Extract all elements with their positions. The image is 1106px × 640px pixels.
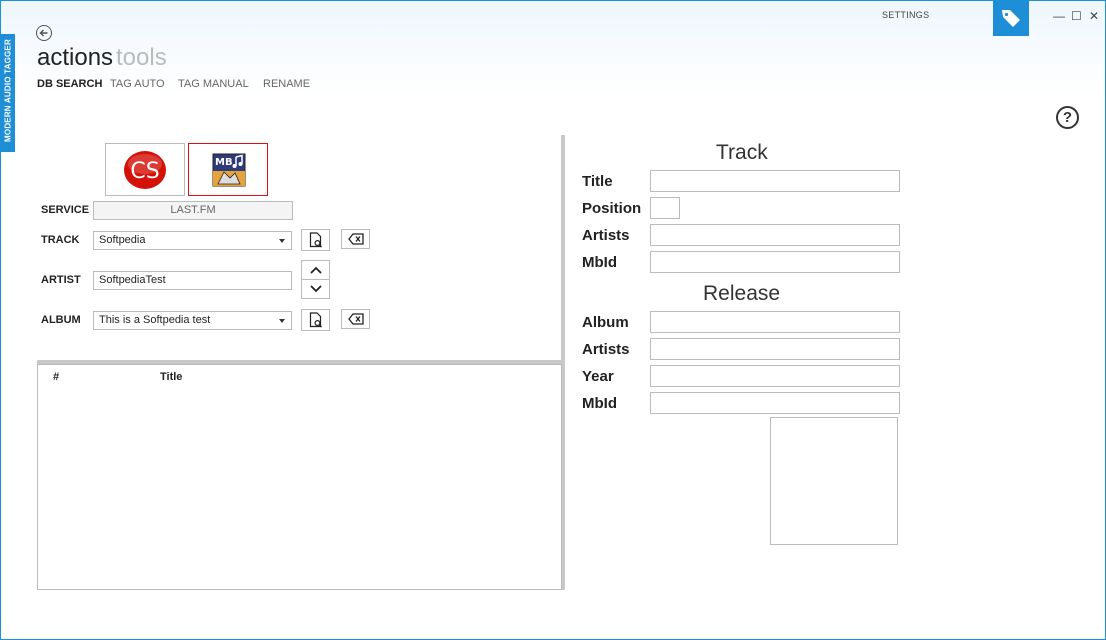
release-section-title: Release	[703, 282, 781, 305]
release-artists-field[interactable]	[650, 338, 900, 360]
album-clear-button[interactable]	[341, 309, 370, 329]
track-artists-field[interactable]	[650, 224, 900, 246]
arrow-left-icon	[39, 29, 48, 37]
album-label: ALBUM	[41, 314, 81, 326]
back-button[interactable]	[36, 25, 52, 41]
lastfm-icon: CS	[124, 151, 166, 189]
move-up-button[interactable]	[301, 260, 330, 280]
service-lastfm-button[interactable]: CS	[105, 143, 185, 196]
chevron-down-icon[interactable]	[279, 319, 285, 323]
track-search-button[interactable]	[301, 229, 330, 251]
chevron-up-icon	[309, 266, 322, 274]
album-search-button[interactable]	[301, 309, 330, 331]
file-search-icon	[309, 312, 322, 328]
album-value: This is a Softpedia test	[99, 314, 211, 326]
service-field: LAST.FM	[93, 201, 293, 220]
chevron-down-icon	[309, 285, 322, 293]
track-combobox[interactable]: Softpedia	[93, 231, 292, 250]
column-header-number[interactable]: #	[53, 371, 59, 383]
musicbrainz-icon: MB	[212, 153, 246, 187]
tab-db-search[interactable]: DB SEARCH	[37, 78, 102, 90]
tag-icon	[1002, 10, 1020, 27]
album-combobox[interactable]: This is a Softpedia test	[93, 311, 292, 330]
release-album-field[interactable]	[650, 311, 900, 333]
artist-field[interactable]: SoftpediaTest	[93, 271, 292, 290]
track-mbid-field[interactable]	[650, 251, 900, 273]
track-artists-label: Artists	[582, 227, 630, 244]
service-musicbrainz-button[interactable]: MB	[188, 143, 268, 196]
release-mbid-label: MbId	[582, 395, 617, 412]
close-button[interactable]: ✕	[1089, 9, 1099, 23]
file-search-icon	[309, 232, 322, 248]
musicbrainz-logo-text: MB	[215, 157, 233, 168]
track-clear-button[interactable]	[341, 229, 370, 249]
backspace-icon	[347, 233, 364, 245]
results-list[interactable]: # Title	[37, 364, 562, 590]
help-button[interactable]: ?	[1056, 106, 1079, 129]
release-year-field[interactable]	[650, 365, 900, 387]
backspace-icon	[347, 313, 364, 325]
tab-tag-manual[interactable]: TAG MANUAL	[178, 78, 249, 90]
title-actions[interactable]: actions	[37, 44, 113, 72]
track-position-field[interactable]	[650, 197, 680, 219]
cover-art-box[interactable]	[770, 417, 898, 545]
release-album-label: Album	[582, 314, 629, 331]
tab-rename[interactable]: RENAME	[263, 78, 310, 90]
move-down-button[interactable]	[301, 279, 330, 299]
service-label: SERVICE	[41, 204, 90, 216]
column-header-title[interactable]: Title	[160, 371, 182, 383]
side-app-tab: MODERN AUDIO TAGGER	[0, 34, 15, 152]
track-section-title: Track	[716, 141, 768, 164]
track-title-label: Title	[582, 173, 613, 190]
track-value: Softpedia	[99, 234, 146, 246]
track-position-label: Position	[582, 200, 642, 217]
tab-tag-auto[interactable]: TAG AUTO	[110, 78, 165, 90]
settings-link[interactable]: SETTINGS	[882, 10, 929, 20]
chevron-down-icon[interactable]	[279, 239, 285, 243]
track-mbid-label: MbId	[582, 254, 617, 271]
release-mbid-field[interactable]	[650, 392, 900, 414]
track-label: TRACK	[41, 234, 80, 246]
release-artists-label: Artists	[582, 341, 630, 358]
lastfm-logo-text: CS	[130, 159, 159, 184]
side-app-label: MODERN AUDIO TAGGER	[3, 39, 13, 142]
track-title-field[interactable]	[650, 170, 900, 192]
tag-button[interactable]	[993, 0, 1029, 36]
release-year-label: Year	[582, 368, 614, 385]
minimize-button[interactable]: —	[1053, 9, 1065, 23]
title-tools[interactable]: tools	[116, 44, 167, 72]
artist-label: ARTIST	[41, 274, 81, 286]
maximize-button[interactable]: ☐	[1071, 9, 1082, 23]
